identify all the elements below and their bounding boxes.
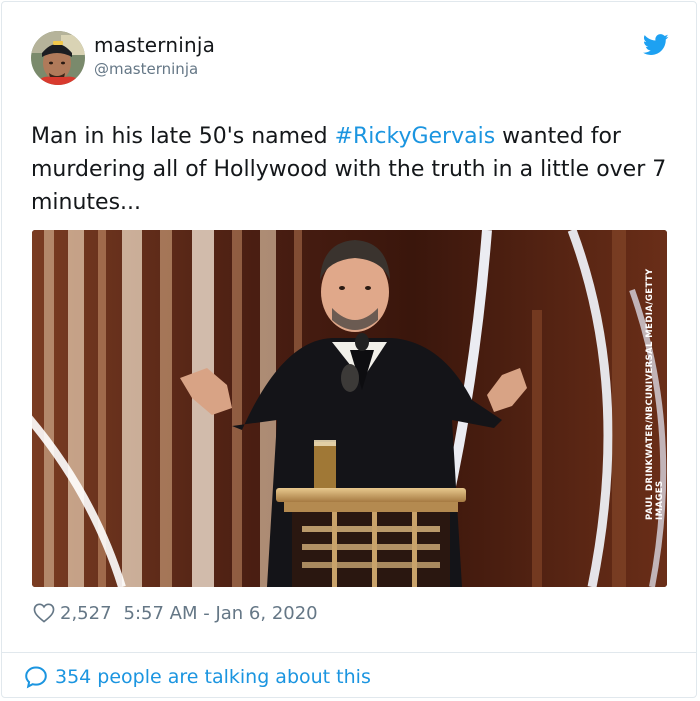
user-handle[interactable]: @masterninja	[94, 60, 198, 78]
avatar[interactable]	[31, 31, 85, 85]
conversation-label[interactable]: 354 people are talking about this	[55, 666, 371, 688]
tweet-text: Man in his late 50's named #RickyGervais…	[31, 120, 671, 219]
tweet-text-before: Man in his late 50's named	[31, 124, 335, 149]
tweet-timestamp[interactable]: 5:57 AM - Jan 6, 2020	[124, 603, 318, 624]
heart-icon[interactable]	[33, 603, 55, 623]
like-count[interactable]: 2,527	[60, 603, 112, 624]
tweet-header: masterninja @masterninja	[31, 31, 671, 87]
tweet-meta: 2,527 5:57 AM - Jan 6, 2020	[33, 600, 318, 626]
speech-bubble-icon	[25, 666, 47, 689]
divider	[1, 652, 697, 653]
tweet-photo[interactable]: PAUL DRINKWATER/NBCUNIVERSAL MEDIA/GETTY…	[32, 230, 667, 587]
photo-credit: PAUL DRINKWATER/NBCUNIVERSAL MEDIA/GETTY…	[645, 268, 665, 520]
conversation-link[interactable]: 354 people are talking about this	[24, 662, 371, 692]
twitter-bird-icon[interactable]	[643, 34, 669, 56]
display-name[interactable]: masterninja	[94, 33, 215, 57]
hashtag-link[interactable]: #RickyGervais	[335, 124, 496, 149]
